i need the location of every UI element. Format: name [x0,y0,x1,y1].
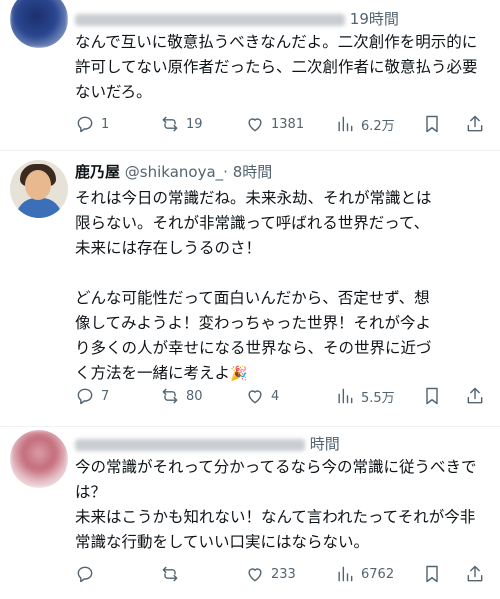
bookmark-button[interactable] [422,562,442,586]
view-count: 6.2万 [361,118,395,134]
repost-count: 80 [186,388,203,404]
like-count: 1381 [271,116,305,132]
text-line: どんな可能性だって面白いんだから、否定せず、想 [75,289,430,307]
reply-button[interactable]: 1 [75,112,109,136]
reply-icon [77,566,93,583]
repost-icon [162,388,178,404]
view-count: 6762 [361,566,395,582]
repost-count: 19 [186,116,203,132]
view-count: 5.5万 [361,390,395,406]
text-line: それは今日の常識だね。未来永劫、それが常識とは [75,189,432,207]
share-button[interactable] [465,562,485,586]
share-button[interactable] [465,384,485,408]
like-button[interactable]: 4 [245,384,279,408]
post-text: なんで互いに敬意払うべきなんだよ。二次創作を明示的に許可してない原作者だったら、… [75,33,478,101]
views-button[interactable]: 5.5万 [335,384,395,408]
repost-button[interactable]: 80 [160,384,203,408]
post-header: 鹿乃屋 @shikanoya_· 8時間 [75,162,272,182]
text-line: り多くの人が幸せになる世界なら、その世界に近づ [75,339,432,357]
action-bar: 7 80 4 5.5万 [75,384,495,408]
bookmark-icon [426,565,438,583]
like-button[interactable]: 1381 [245,112,304,136]
views-icon [338,116,353,132]
blurred-username [75,438,305,451]
share-icon [467,115,483,132]
share-icon [467,565,483,582]
timestamp[interactable]: · 8時間 [223,163,272,181]
reply-button[interactable]: 7 [75,384,109,408]
text-line: 像してみようよ！変わっちゃった世界！それが今よ [75,314,432,332]
text-line: 未来には存在しうるのさ！ [75,239,262,257]
like-count: 4 [271,388,280,404]
views-icon [338,566,353,582]
post-text: それは今日の常識だね。未来永劫、それが常識とは 限らない。それが非常識って呼ばれ… [75,186,490,387]
bookmark-button[interactable] [422,112,442,136]
text-line: 限らない。それが非常識って呼ばれる世界だって、 [75,214,430,232]
divider [0,150,500,151]
timestamp[interactable]: 19時間 [350,10,399,28]
post-header: 19時間 [75,9,399,29]
reply-count: 7 [101,388,110,404]
post-header: 時間 [75,434,340,454]
like-icon [248,118,262,132]
like-count: 233 [271,566,296,582]
action-bar: 1 19 1381 6.2万 [75,112,495,136]
share-button[interactable] [465,112,485,136]
avatar-shikanoya[interactable] [10,160,68,218]
avatar[interactable] [10,430,68,488]
reply-icon [77,116,93,133]
bookmark-icon [426,115,438,133]
user-handle[interactable]: @shikanoya_ [125,163,223,181]
blurred-username [75,13,345,26]
views-icon [338,388,353,404]
share-icon [467,387,483,404]
views-button[interactable]: 6.2万 [335,112,395,136]
repost-button[interactable]: 19 [160,112,203,136]
repost-icon [162,566,178,582]
reply-icon [77,388,93,405]
repost-icon [162,116,178,132]
timestamp[interactable]: 時間 [310,435,340,453]
display-name[interactable]: 鹿乃屋 [75,163,120,181]
divider [0,426,500,427]
avatar[interactable] [10,0,68,48]
bookmark-icon [426,387,438,405]
reply-button[interactable] [75,562,95,586]
like-button[interactable]: 233 [245,562,296,586]
reply-count: 1 [101,116,110,132]
repost-button[interactable] [160,562,180,586]
post-text: 今の常識がそれって分かってるなら今の常識に従うべきでは？ 未来はこうかも知れない… [75,458,477,551]
action-bar: 233 6762 [75,562,495,586]
like-icon [248,390,262,404]
text-line: く方法を一緒に考えよ [75,364,231,382]
like-icon [248,568,262,582]
bookmark-button[interactable] [422,384,442,408]
views-button[interactable]: 6762 [335,562,394,586]
